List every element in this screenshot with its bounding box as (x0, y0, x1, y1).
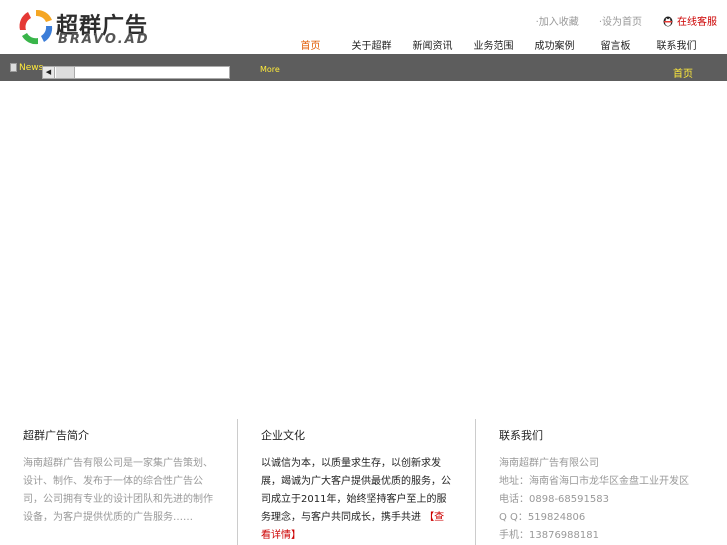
contact-qq: Q Q：519824806 (499, 512, 586, 523)
contact-phone: 电话：0898-68591583 (499, 494, 609, 505)
logo[interactable]: 超群广告 BRAVO.AD (16, 6, 148, 50)
scroll-thumb[interactable] (56, 67, 75, 78)
company-intro-title: 超群广告简介 (23, 429, 89, 442)
culture-text: 以诚信为本，以质量求生存，以创新求发展，竭诚为广大客户提供最优质的服务，公司成立… (261, 458, 451, 523)
nav-about[interactable]: 关于超群 (341, 37, 402, 52)
add-favorite-link[interactable]: ·加入收藏 (536, 13, 579, 28)
contact-company: 海南超群广告有限公司 (499, 458, 599, 469)
culture-text-block: 以诚信为本，以质量求生存，以创新求发展，竭诚为广大客户提供最优质的服务，公司成立… (261, 455, 452, 545)
top-links: ·加入收藏 ·设为首页 在线客服 (536, 13, 717, 28)
logo-mark-icon (19, 9, 53, 45)
news-ticker-scrollbar[interactable]: ◀ (42, 66, 230, 79)
main-nav: 首页 关于超群 新闻资讯 业务范围 成功案例 留言板 联系我们 (280, 37, 707, 59)
contact-address: 地址：海南省海口市龙华区金盘工业开发区 (499, 476, 689, 487)
bar-home-label[interactable]: 首页 (673, 65, 693, 87)
nav-services[interactable]: 业务范围 (463, 37, 524, 52)
contact-title: 联系我们 (499, 429, 543, 442)
company-intro-section: 超群广告简介 海南超群广告有限公司是一家集广告策划、设计、制作、发布于一体的综合… (0, 419, 238, 545)
nav-cases[interactable]: 成功案例 (524, 37, 585, 52)
contact-section: 联系我们 海南超群广告有限公司 地址：海南省海口市龙华区金盘工业开发区 电话：0… (476, 419, 727, 545)
contact-mobile: 手机：13876988181 (499, 530, 599, 541)
news-label: News (19, 63, 44, 73)
company-intro-text: 海南超群广告有限公司是一家集广告策划、设计、制作、发布于一体的综合性广告公司，公… (23, 458, 213, 523)
nav-contact[interactable]: 联系我们 (646, 37, 707, 52)
set-homepage-link[interactable]: ·设为首页 (599, 13, 642, 28)
news-more-link[interactable]: More (260, 65, 280, 74)
news-document-icon (10, 63, 17, 72)
nav-guestbook[interactable]: 留言板 (585, 37, 646, 52)
header: 超群广告 BRAVO.AD ·加入收藏 ·设为首页 在线客服 首页 关于超群 新… (0, 0, 727, 59)
online-service-label: 在线客服 (677, 17, 717, 28)
nav-news[interactable]: 新闻资讯 (402, 37, 463, 52)
nav-home[interactable]: 首页 (280, 37, 341, 59)
logo-english-text: BRAVO.AD (58, 32, 150, 47)
culture-title: 企业文化 (261, 429, 305, 442)
culture-section: 企业文化 以诚信为本，以质量求生存，以创新求发展，竭诚为广大客户提供最优质的服务… (238, 419, 476, 545)
footer: 超群广告简介 海南超群广告有限公司是一家集广告策划、设计、制作、发布于一体的综合… (0, 419, 727, 545)
scroll-left-icon[interactable]: ◀ (43, 67, 55, 78)
news-bar: News ◀ More 首页 (0, 54, 727, 87)
qq-penguin-icon (663, 16, 673, 26)
online-service-link[interactable]: 在线客服 (662, 13, 717, 28)
banner-area (0, 81, 727, 419)
